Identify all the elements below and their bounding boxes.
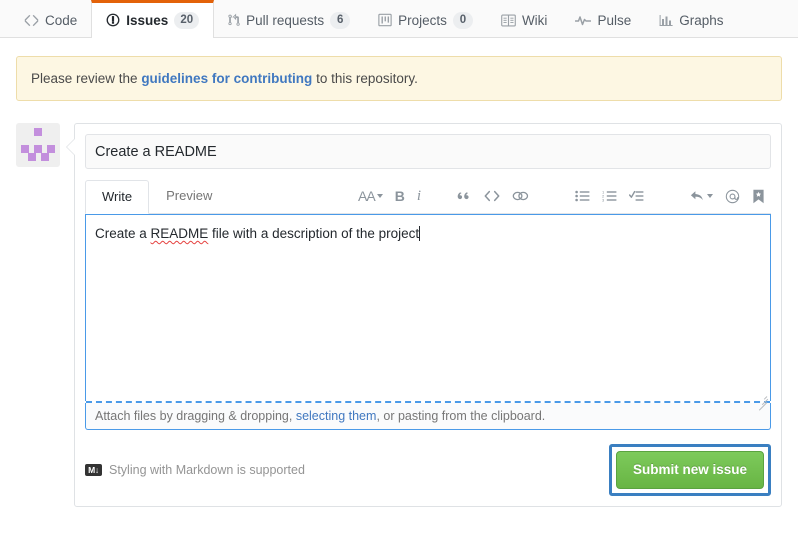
- repo-nav: Code Issues 20 Pull requests 6 Projects …: [0, 0, 798, 38]
- code-icon: [24, 14, 39, 27]
- guidelines-link[interactable]: guidelines for contributing: [141, 71, 312, 86]
- nav-tab-graphs-label: Graphs: [679, 12, 724, 28]
- nav-tab-projects[interactable]: Projects 0: [364, 0, 487, 37]
- body-text-before: Create a: [95, 226, 151, 241]
- link-icon[interactable]: [506, 186, 535, 206]
- comment-body-wrapper: Create a README file with a description …: [85, 214, 771, 430]
- submit-new-issue-button[interactable]: Submit new issue: [615, 451, 764, 489]
- heading-icon[interactable]: AA: [352, 186, 389, 206]
- reply-arrow-icon[interactable]: [684, 186, 719, 206]
- nav-tab-issues[interactable]: Issues 20: [91, 0, 215, 38]
- book-icon: [501, 14, 516, 27]
- pulse-icon: [575, 14, 592, 27]
- project-board-icon: [378, 13, 392, 27]
- projects-count-badge: 0: [452, 11, 473, 29]
- git-pull-request-icon: [228, 13, 240, 27]
- issues-count-badge: 20: [174, 11, 200, 29]
- nav-tab-wiki-label: Wiki: [521, 12, 548, 28]
- nav-tab-graphs[interactable]: Graphs: [645, 0, 737, 37]
- bold-icon[interactable]: B: [389, 186, 411, 206]
- quote-icon[interactable]: [451, 186, 478, 206]
- nav-tab-code-label: Code: [45, 12, 78, 28]
- text-caret: [419, 226, 421, 241]
- unordered-list-icon[interactable]: [569, 186, 596, 206]
- editor-header: Write Preview AA B i 1 2 3: [85, 180, 771, 214]
- issue-title-input[interactable]: [85, 134, 771, 169]
- markdown-icon: M↓: [85, 464, 102, 476]
- mention-icon[interactable]: [719, 186, 746, 206]
- new-issue-row: Write Preview AA B i: [16, 123, 782, 507]
- tab-preview[interactable]: Preview: [149, 179, 229, 213]
- form-actions: M↓ Styling with Markdown is supported Su…: [85, 444, 771, 496]
- nav-tab-wiki[interactable]: Wiki: [487, 0, 562, 37]
- pull-requests-count-badge: 6: [330, 11, 351, 29]
- chevron-down-icon: [707, 194, 713, 198]
- nav-tab-projects-label: Projects: [398, 12, 447, 28]
- selecting-them-link[interactable]: selecting them: [296, 409, 377, 423]
- toolbar-group-insert: [451, 186, 535, 206]
- issue-opened-icon: [106, 13, 120, 27]
- nav-tab-pulse-label: Pulse: [597, 12, 632, 28]
- italic-icon[interactable]: i: [411, 186, 427, 206]
- attach-prefix-text: Attach files by dragging & dropping,: [95, 409, 296, 423]
- tab-write[interactable]: Write: [85, 180, 150, 214]
- new-issue-form: Write Preview AA B i: [66, 123, 782, 507]
- italic-icon-label: i: [416, 187, 421, 204]
- markdown-toolbar: AA B i 1 2 3: [352, 186, 771, 213]
- nav-tab-pull-requests[interactable]: Pull requests 6: [214, 0, 364, 37]
- markdown-support-label: Styling with Markdown is supported: [109, 463, 305, 477]
- submit-focus-ring: Submit new issue: [608, 444, 771, 496]
- toolbar-group-text: AA B i: [352, 186, 427, 206]
- code-brackets-icon[interactable]: [478, 186, 506, 206]
- page-container: Please review the guidelines for contrib…: [0, 38, 798, 507]
- graph-icon: [659, 14, 673, 27]
- nav-tab-pulse[interactable]: Pulse: [561, 0, 645, 37]
- svg-text:3: 3: [602, 198, 605, 202]
- banner-prefix-text: Please review the: [31, 71, 142, 86]
- bold-icon-label: B: [394, 188, 405, 204]
- issue-body-textarea[interactable]: Create a README file with a description …: [85, 214, 771, 401]
- nav-tab-code[interactable]: Code: [10, 0, 91, 37]
- write-preview-tabs: Write Preview: [85, 179, 229, 214]
- toolbar-group-lists: 123: [569, 186, 650, 206]
- saved-reply-icon[interactable]: [746, 186, 771, 206]
- contributing-guidelines-banner: Please review the guidelines for contrib…: [16, 56, 782, 101]
- task-list-icon[interactable]: [623, 186, 650, 206]
- identicon-avatar: [16, 123, 60, 167]
- heading-icon-label: AA: [358, 188, 376, 204]
- attach-files-bar: Attach files by dragging & dropping, sel…: [85, 403, 771, 430]
- nav-tab-issues-label: Issues: [126, 12, 169, 28]
- ordered-list-icon[interactable]: 123: [596, 186, 623, 206]
- banner-suffix-text: to this repository.: [312, 71, 418, 86]
- textarea-resize-handle[interactable]: [756, 393, 768, 411]
- body-text-misspelled: README: [150, 226, 209, 241]
- chevron-down-icon: [376, 194, 383, 198]
- toolbar-group-actions: [684, 186, 771, 206]
- attach-suffix-text: , or pasting from the clipboard.: [376, 409, 546, 423]
- body-text-after: file with a description of the project: [208, 226, 420, 241]
- nav-tab-pull-requests-label: Pull requests: [246, 12, 325, 28]
- markdown-support-note: M↓ Styling with Markdown is supported: [85, 463, 305, 477]
